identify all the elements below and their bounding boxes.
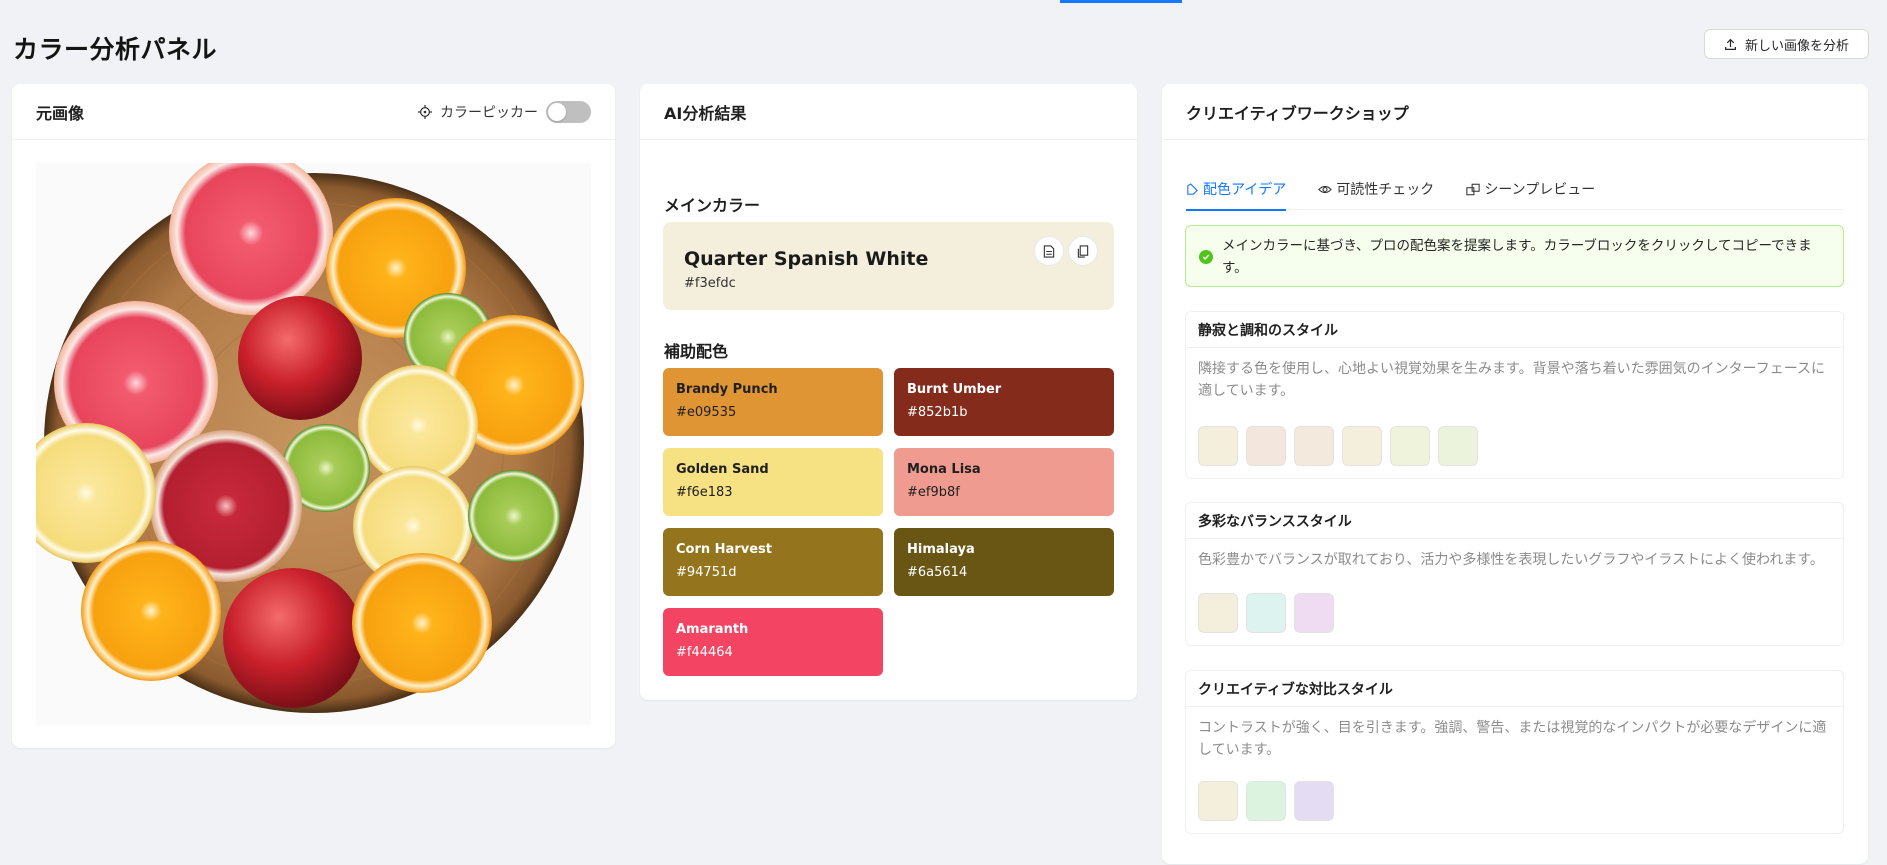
tab-label: 可読性チェック <box>1336 182 1435 198</box>
workshop-tabs: 配色アイデア 可読性チェック シーンプレビュー <box>1186 168 1844 211</box>
secondary-color-swatch[interactable]: Golden Sand #f6e183 <box>663 448 883 516</box>
fruit-photo[interactable] <box>16 151 591 725</box>
color-chip[interactable] <box>1342 426 1382 466</box>
info-message: メインカラーに基づき、プロの配色案を提案します。カラーブロックをクリックしてコピ… <box>1222 238 1812 276</box>
check-circle-icon <box>1199 250 1213 264</box>
eye-icon <box>1318 183 1333 196</box>
style-card-title: 静寂と調和のスタイル <box>1186 312 1843 348</box>
swatch-name: Burnt Umber <box>907 382 1002 397</box>
color-chip[interactable] <box>1246 781 1286 821</box>
color-chip-row <box>1198 593 1334 633</box>
main-color-hex: #f3efdc <box>684 276 736 291</box>
document-icon <box>1043 244 1055 258</box>
tab-scene[interactable]: シーンプレビュー <box>1466 168 1595 210</box>
ai-analysis-card: AI分析結果 メインカラー Quarter Spanish White #f3e… <box>640 84 1137 700</box>
export-button[interactable] <box>1034 236 1064 266</box>
swatch-name: Corn Harvest <box>676 542 772 557</box>
tab-label: 配色アイデア <box>1203 182 1287 198</box>
swatch-hex: #6a5614 <box>907 565 968 580</box>
secondary-color-swatch[interactable]: Mona Lisa #ef9b8f <box>894 448 1114 516</box>
swatch-hex: #f44464 <box>676 645 733 660</box>
swatch-hex: #94751d <box>676 565 737 580</box>
secondary-color-swatch[interactable]: Burnt Umber #852b1b <box>894 368 1114 436</box>
style-card: 静寂と調和のスタイル 隣接する色を使用し、心地よい視覚効果を生みます。背景や落ち着… <box>1185 311 1844 479</box>
color-picker-control: カラーピッカー <box>418 100 591 123</box>
secondary-colors-heading: 補助配色 <box>664 342 729 361</box>
color-chip[interactable] <box>1246 593 1286 633</box>
style-card-description: 隣接する色を使用し、心地よい視覚効果を生みます。背景や落ち着いた雰囲気のインター… <box>1198 361 1826 399</box>
creative-workshop-card: クリエイティブワークショップ 配色アイデア 可読性チェック シーンプレビュー メイン… <box>1162 84 1868 864</box>
page-title: カラー分析パネル <box>13 35 218 64</box>
color-chip[interactable] <box>1390 426 1430 466</box>
analyze-button-label: 新しい画像を分析 <box>1744 37 1849 53</box>
secondary-color-swatch[interactable]: Brandy Punch #e09535 <box>663 368 883 436</box>
original-image-card: 元画像 カラーピッカー <box>12 84 615 748</box>
top-tab-indicator <box>1060 0 1182 3</box>
palette-icon <box>1186 182 1199 196</box>
analyze-new-image-button[interactable]: 新しい画像を分析 <box>1704 29 1869 59</box>
swatch-name: Amaranth <box>676 622 749 637</box>
swatch-hex: #f6e183 <box>676 485 733 500</box>
color-picker-label: カラーピッカー <box>440 104 538 121</box>
swatch-name: Mona Lisa <box>907 462 981 477</box>
color-chip[interactable] <box>1294 426 1334 466</box>
style-card: 多彩なバランススタイル色彩豊かでバランスが取れており、活力や多様性を表現したいグ… <box>1185 502 1844 646</box>
swatch-hex: #852b1b <box>907 405 968 420</box>
color-chip[interactable] <box>1246 426 1286 466</box>
main-color-block[interactable]: Quarter Spanish White #f3efdc <box>663 222 1114 310</box>
swatch-name: Himalaya <box>907 542 975 557</box>
color-chip[interactable] <box>1294 593 1334 633</box>
tab-label: シーンプレビュー <box>1484 182 1596 198</box>
tab-palette[interactable]: 配色アイデア <box>1186 168 1287 211</box>
creative-workshop-title: クリエイティブワークショップ <box>1186 103 1409 123</box>
color-chip[interactable] <box>1198 781 1238 821</box>
color-chip[interactable] <box>1438 426 1478 466</box>
copy-button[interactable] <box>1068 236 1098 266</box>
secondary-color-swatch[interactable]: Himalaya #6a5614 <box>894 528 1114 596</box>
color-chip-row <box>1198 426 1478 466</box>
style-card-description: 色彩豊かでバランスが取れており、活力や多様性を表現したいグラフやイラストによく使… <box>1198 552 1824 568</box>
swatch-name: Brandy Punch <box>676 382 778 397</box>
crosshair-icon <box>418 104 432 119</box>
swatch-hex: #ef9b8f <box>907 485 960 500</box>
ai-analysis-card-header: AI分析結果 <box>640 84 1137 140</box>
upload-icon <box>1725 38 1736 50</box>
secondary-color-swatch[interactable]: Corn Harvest #94751d <box>663 528 883 596</box>
color-chip[interactable] <box>1294 781 1334 821</box>
color-chip[interactable] <box>1198 593 1238 633</box>
style-card-title: 多彩なバランススタイル <box>1186 503 1843 539</box>
swatch-name: Golden Sand <box>676 462 769 477</box>
original-image-title: 元画像 <box>36 103 85 123</box>
style-card-description: コントラストが強く、目を引きます。強調、警告、または視覚的なインパクトが必要なデ… <box>1198 720 1827 758</box>
color-picker-toggle[interactable] <box>546 100 591 123</box>
info-alert: メインカラーに基づき、プロの配色案を提案します。カラーブロックをクリックしてコピ… <box>1185 225 1844 287</box>
tab-eye[interactable]: 可読性チェック <box>1318 168 1434 210</box>
copy-icon <box>1077 244 1089 258</box>
style-card-title: クリエイティブな対比スタイル <box>1186 671 1843 707</box>
main-color-name: Quarter Spanish White <box>684 248 929 270</box>
fruit-board-image <box>16 151 591 725</box>
color-chip[interactable] <box>1198 426 1238 466</box>
secondary-color-swatch[interactable]: Amaranth #f44464 <box>663 608 883 676</box>
scene-icon <box>1466 183 1480 196</box>
original-image-card-header: 元画像 カラーピッカー <box>12 84 615 140</box>
swatch-hex: #e09535 <box>676 405 737 420</box>
main-color-heading: メインカラー <box>664 196 761 215</box>
style-card: クリエイティブな対比スタイル コントラストが強く、目を引きます。強調、警告、または… <box>1185 670 1844 834</box>
color-chip-row <box>1198 781 1334 821</box>
ai-analysis-title: AI分析結果 <box>664 103 747 123</box>
creative-workshop-card-header: クリエイティブワークショップ <box>1162 84 1868 140</box>
